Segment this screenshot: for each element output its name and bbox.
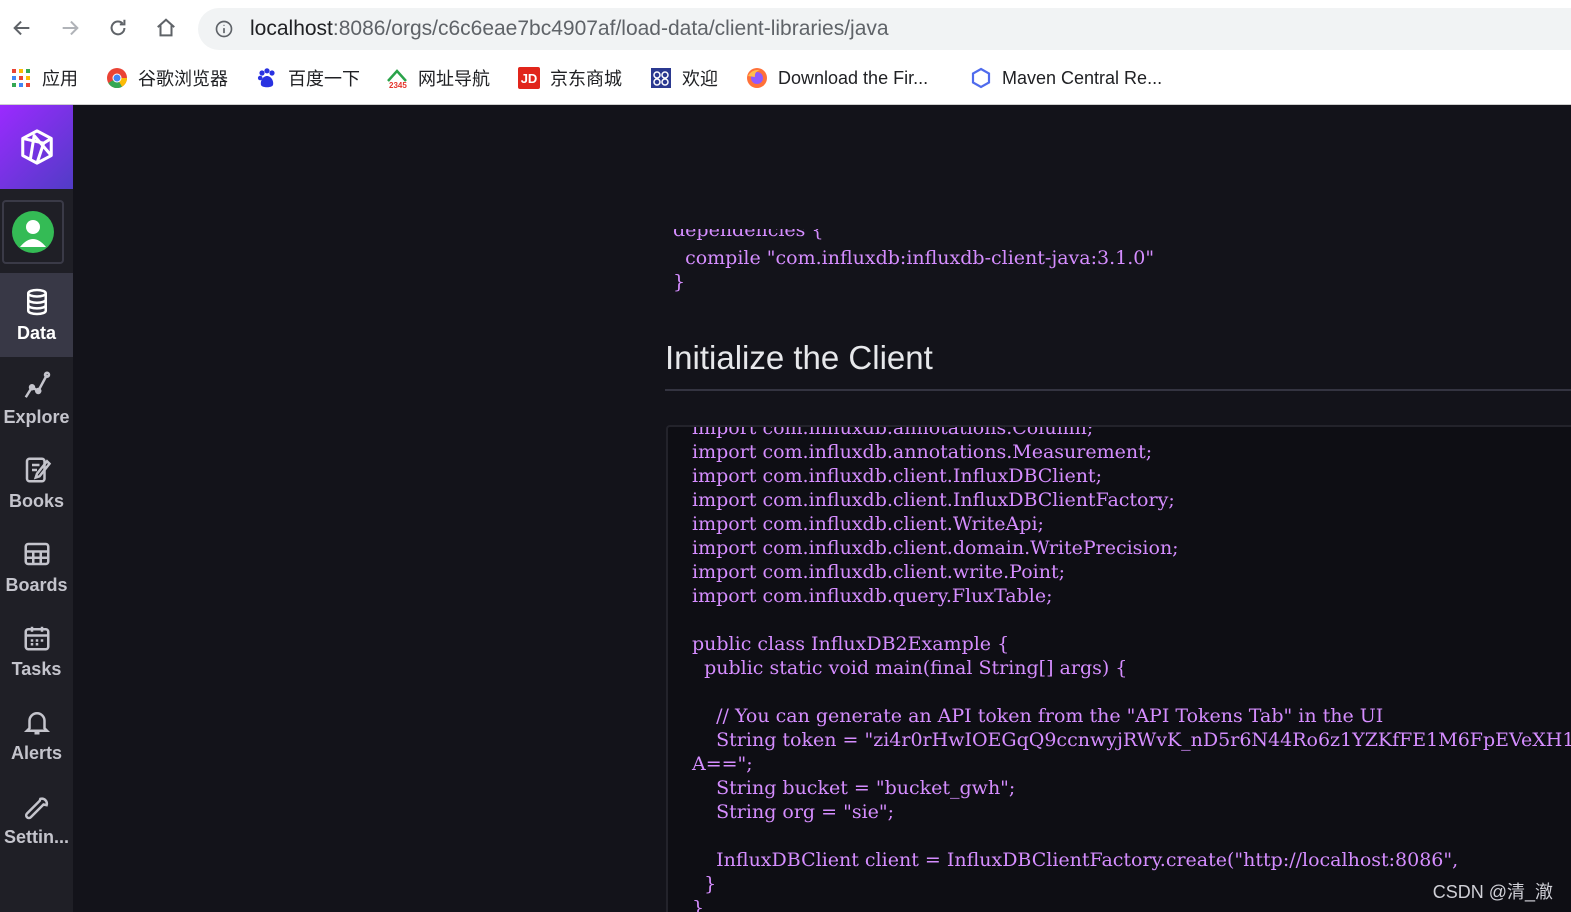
bookmark-label: Maven Central Re... <box>1002 67 1163 88</box>
code-line: A=="; <box>692 753 753 775</box>
section-title: Initialize the Client <box>665 339 933 376</box>
bookmark-welcome[interactable]: 欢迎 <box>650 64 718 92</box>
2345-icon: 2345 <box>386 67 408 90</box>
svg-text:2345: 2345 <box>389 81 407 89</box>
code-line: import com.influxdb.client.InfluxDBClien… <box>692 489 1175 511</box>
browser-toolbar: localhost:8086/orgs/c6c6eae7bc4907af/loa… <box>0 0 1571 56</box>
bookmarks-bar: 应用 谷歌浏览器 百度一下 2345 网址导航 JD 京东商城 欢迎 Downl… <box>0 58 1571 98</box>
client-code-block[interactable]: import com.influxdb.annotations.Column; i… <box>666 425 1571 912</box>
calendar-icon <box>24 626 49 650</box>
sidebar-item-label: Boards <box>5 574 68 595</box>
bookmark-firefox[interactable]: Download the Fir... <box>746 64 928 92</box>
code-line: // You can generate an API token from th… <box>692 705 1384 727</box>
bookmark-2345[interactable]: 2345 网址导航 <box>386 64 490 92</box>
reload-icon[interactable] <box>102 12 134 44</box>
apps-grid-icon <box>10 67 32 89</box>
url-text[interactable]: localhost:8086/orgs/c6c6eae7bc4907af/loa… <box>250 17 889 41</box>
bookmark-label: 应用 <box>42 69 78 89</box>
sidebar-item-label: Explore <box>3 406 70 427</box>
sidebar-item-data[interactable]: Data <box>0 273 73 357</box>
code-line: import com.influxdb.client.domain.WriteP… <box>692 537 1179 559</box>
firefox-icon <box>746 67 768 89</box>
welcome-icon <box>650 67 672 89</box>
sidebar-item-explore[interactable]: Explore <box>0 357 73 441</box>
bookmark-label: Download the Fir... <box>778 67 929 88</box>
code-line: public static void main(final String[] a… <box>692 657 1128 679</box>
sidebar-item-label: Settin... <box>3 826 69 847</box>
sidebar-item-boards[interactable]: Boards <box>0 525 73 609</box>
sidebar-item-label: Books <box>8 490 64 511</box>
sidebar-item-alerts[interactable]: Alerts <box>0 693 73 777</box>
baidu-paw-icon <box>256 67 278 89</box>
main-content: dependencies { compile "com.influxdb:inf… <box>73 105 1571 912</box>
maven-hexagon-icon <box>970 67 992 89</box>
code-line: dependencies { <box>673 219 824 241</box>
code-line: import com.influxdb.query.FluxTable; <box>692 585 1053 607</box>
sidebar-item-label: Data <box>16 322 56 343</box>
sidebar-item-label: Alerts <box>10 742 63 763</box>
bookmark-label: 京东商城 <box>550 69 622 89</box>
bookmark-label: 欢迎 <box>682 69 718 89</box>
bookmark-jd[interactable]: JD 京东商城 <box>518 64 622 92</box>
jd-icon: JD <box>518 67 540 89</box>
code-line: import com.influxdb.client.WriteApi; <box>692 513 1044 535</box>
code-line: String bucket = "bucket_gwh"; <box>692 777 1016 799</box>
bookmark-apps[interactable]: 应用 <box>10 64 78 92</box>
bookmark-baidu[interactable]: 百度一下 <box>256 64 360 92</box>
dashboard-grid-icon <box>24 542 49 565</box>
bookmark-maven[interactable]: Maven Central Re... <box>970 64 1162 92</box>
forward-arrow-icon[interactable] <box>54 12 86 44</box>
dependency-code-block: dependencies { compile "com.influxdb:inf… <box>673 223 1571 313</box>
url-path: :8086/orgs/c6c6eae7bc4907af/load-data/cl… <box>332 17 889 40</box>
home-icon[interactable] <box>150 12 182 44</box>
bookmark-label: 谷歌浏览器 <box>138 69 228 89</box>
code-line: import com.influxdb.annotations.Measurem… <box>692 441 1153 463</box>
site-info-icon[interactable] <box>214 19 234 39</box>
code-line: } <box>673 271 686 293</box>
bell-icon <box>23 711 50 734</box>
wrench-icon <box>24 796 48 819</box>
notebook-icon <box>25 457 51 482</box>
url-host: localhost <box>250 17 333 40</box>
code-line: compile "com.influxdb:influxdb-client-ja… <box>673 247 1155 269</box>
browser-chrome: localhost:8086/orgs/c6c6eae7bc4907af/loa… <box>0 0 1571 105</box>
title-divider <box>665 389 1571 391</box>
influxdb-logo[interactable] <box>0 105 73 189</box>
code-line: import com.influxdb.annotations.Column; <box>692 425 1094 439</box>
sidebar-item-settings[interactable]: Settin... <box>0 777 73 861</box>
sidebar-item-label: Tasks <box>11 658 62 679</box>
code-line: import com.influxdb.client.InfluxDBClien… <box>692 465 1102 487</box>
code-line: InfluxDBClient client = InfluxDBClientFa… <box>692 849 1459 871</box>
csdn-watermark: CSDN @清_澈 <box>1432 882 1553 902</box>
code-line: String token = "zi4r0rHwIOEGqQ9ccnwyjRWv… <box>692 729 1571 751</box>
sidebar-item-tasks[interactable]: Tasks <box>0 609 73 693</box>
database-icon <box>26 288 47 315</box>
cuboid-logo-icon <box>20 129 53 165</box>
code-line: } <box>692 897 705 912</box>
graph-icon <box>24 370 50 398</box>
user-avatar-button[interactable] <box>2 200 64 264</box>
app-sidebar: Data Explore Books Boards Tasks Alerts S… <box>0 105 73 912</box>
address-bar[interactable]: localhost:8086/orgs/c6c6eae7bc4907af/loa… <box>198 8 1571 50</box>
code-line: } <box>692 873 717 895</box>
bookmark-label: 百度一下 <box>288 69 360 89</box>
avatar-icon <box>12 211 54 253</box>
code-line: public class InfluxDB2Example { <box>692 633 1010 655</box>
chrome-icon <box>106 67 128 89</box>
bookmark-chrome[interactable]: 谷歌浏览器 <box>106 64 228 92</box>
code-line: String org = "sie"; <box>692 801 895 823</box>
back-arrow-icon[interactable] <box>6 12 38 44</box>
sidebar-item-books[interactable]: Books <box>0 441 73 525</box>
bookmark-label: 网址导航 <box>418 69 490 89</box>
code-line: import com.influxdb.client.write.Point; <box>692 561 1065 583</box>
